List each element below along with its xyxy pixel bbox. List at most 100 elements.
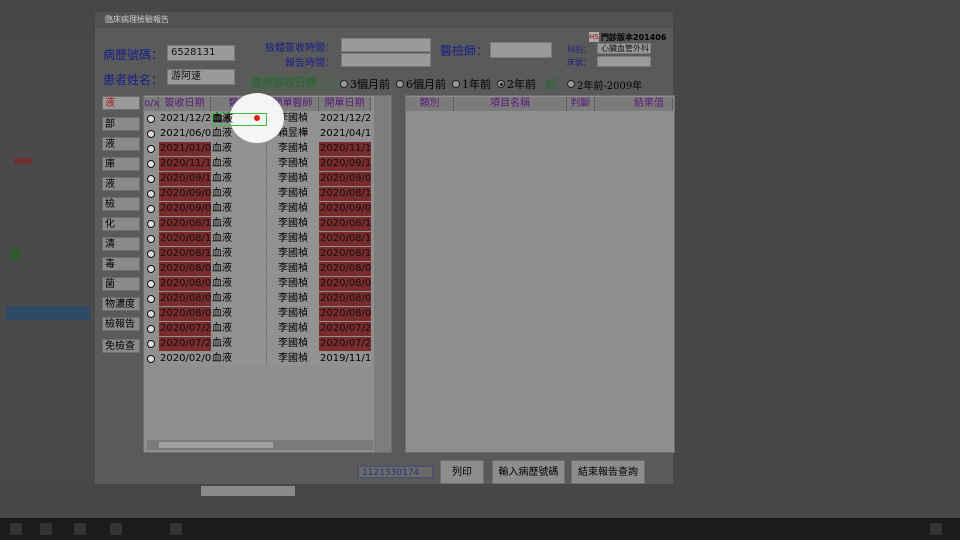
type-cell[interactable]: 血液 [211, 202, 267, 216]
side-category-button[interactable]: 液 [102, 137, 140, 151]
table-row[interactable]: 2020/08/18血液李國楨2020/08/11 [144, 217, 372, 232]
type-cell[interactable]: 血液 [211, 172, 267, 186]
patient-name-field[interactable]: 游阿速 [167, 69, 235, 85]
row-radio[interactable] [144, 187, 159, 201]
row-radio[interactable] [144, 202, 159, 216]
end-report-query-button[interactable]: 結束報告查詢 [571, 460, 645, 484]
radio-icon [147, 310, 155, 318]
horizontal-scrollbar[interactable] [147, 440, 373, 450]
side-category-button[interactable]: 免檢查 [102, 339, 140, 353]
vertical-scrollbar[interactable] [374, 96, 391, 452]
side-category-button[interactable]: 菌 [102, 277, 140, 291]
table-row[interactable]: 2020/08/11血液李國楨2020/08/11 [144, 232, 372, 247]
received-time-field[interactable] [341, 38, 431, 52]
order-date-cell: 2020/07/28 [319, 322, 371, 336]
doctor-cell: 李國楨 [267, 232, 319, 246]
order-date-cell: 2019/11/19 [319, 352, 371, 366]
table-row[interactable]: 2020/09/01血液李國楨2020/08/18 [144, 187, 372, 202]
table-row[interactable]: 2020/08/03血液李國楨2020/08/03 [144, 307, 372, 322]
type-cell[interactable]: 血液 [211, 352, 267, 366]
side-category-button[interactable]: 物濃度 [102, 297, 140, 311]
table-row[interactable]: 2020/08/03血液李國楨2020/08/03 [144, 292, 372, 307]
row-radio[interactable] [144, 277, 159, 291]
taskbar-app-icon[interactable] [40, 523, 52, 535]
radio-2-years-2009[interactable]: 2年前-2009年 [567, 77, 642, 92]
chart-no-field[interactable]: 6528131 [167, 45, 235, 61]
row-radio[interactable] [144, 322, 159, 336]
col-header-result-value[interactable]: 結果值 [595, 97, 673, 111]
type-cell[interactable]: 血液 [211, 322, 267, 336]
table-row[interactable]: 2020/09/15血液李國楨2020/09/01 [144, 172, 372, 187]
side-category-button[interactable]: 液 [102, 177, 140, 191]
table-row[interactable]: 2020/09/01血液李國楨2020/09/01 [144, 202, 372, 217]
side-category-button[interactable]: 檢報告 [102, 317, 140, 331]
col-header-category[interactable]: 類別 [406, 97, 454, 111]
notification-icon[interactable] [930, 523, 942, 535]
row-radio[interactable] [144, 157, 159, 171]
table-row[interactable]: 2020/08/04血液李國楨2020/08/03 [144, 277, 372, 292]
received-date-cell: 2020/09/01 [159, 187, 211, 201]
side-category-button[interactable]: 檢 [102, 197, 140, 211]
type-cell[interactable]: 血液 [211, 142, 267, 156]
row-radio[interactable] [144, 292, 159, 306]
type-cell[interactable]: 血液 [211, 217, 267, 231]
row-radio[interactable] [144, 337, 159, 351]
table-row[interactable]: 2020/07/28血液李國楨2020/07/28 [144, 337, 372, 352]
type-cell[interactable]: 血液 [211, 247, 267, 261]
row-radio[interactable] [144, 142, 159, 156]
row-radio[interactable] [144, 307, 159, 321]
scrollbar-thumb[interactable] [159, 442, 273, 448]
inspector-field[interactable] [490, 42, 552, 58]
table-row[interactable]: 2020/08/11血液李國楨2020/08/11 [144, 247, 372, 262]
side-category-button[interactable]: 液 [102, 96, 140, 110]
type-cell[interactable]: 血液 [211, 277, 267, 291]
side-category-button[interactable]: 清 [102, 237, 140, 251]
row-radio[interactable] [144, 232, 159, 246]
taskbar-app-icon[interactable] [110, 523, 122, 535]
dept-field[interactable]: 心臟血管外科 [597, 43, 651, 54]
report-time-field[interactable] [341, 53, 431, 67]
side-category-button[interactable]: 毒 [102, 257, 140, 271]
type-cell[interactable]: 血液 [211, 157, 267, 171]
taskbar-app-icon[interactable] [170, 523, 182, 535]
col-header-item-name[interactable]: 項目名稱 [454, 97, 567, 111]
type-cell[interactable]: 血液 [211, 232, 267, 246]
side-category-button[interactable]: 化 [102, 217, 140, 231]
col-header-ox[interactable]: o/x [144, 97, 159, 111]
bed-field[interactable] [597, 56, 651, 67]
col-header-order-date[interactable]: 開單日期 [319, 97, 371, 111]
table-row[interactable]: 2020/02/03血液李國楨2019/11/19 [144, 352, 372, 367]
type-cell[interactable]: 血液 [211, 337, 267, 351]
radio-6-months[interactable]: 6個月前 [396, 76, 446, 92]
row-radio[interactable] [144, 112, 159, 126]
type-cell[interactable]: 血液 [211, 262, 267, 276]
doctor-cell: 李國楨 [267, 262, 319, 276]
radio-3-months[interactable]: 3個月前 [340, 76, 390, 92]
table-row[interactable]: 2021/01/05血液李國楨2020/11/10 [144, 142, 372, 157]
row-radio[interactable] [144, 352, 159, 366]
table-row[interactable]: 2020/08/05血液李國楨2020/08/03 [144, 262, 372, 277]
row-radio[interactable] [144, 247, 159, 261]
input-chart-no-button[interactable]: 輸入病歷號碼 [492, 460, 565, 484]
taskbar-app-icon[interactable] [74, 523, 86, 535]
radio-2-years[interactable]: 2年前 [497, 76, 536, 92]
start-icon[interactable] [10, 523, 22, 535]
row-radio[interactable] [144, 217, 159, 231]
type-cell[interactable]: 血液 [211, 292, 267, 306]
type-cell[interactable]: 血液 [211, 307, 267, 321]
print-button[interactable]: 列印 [440, 460, 484, 484]
row-radio[interactable] [144, 127, 159, 141]
row-radio[interactable] [144, 172, 159, 186]
side-category-button[interactable]: 部 [102, 117, 140, 131]
table-row[interactable]: 2020/11/10血液李國楨2020/09/15 [144, 157, 372, 172]
col-header-judgement[interactable]: 判斷 [567, 97, 595, 111]
type-cell[interactable]: 血液 [211, 187, 267, 201]
side-category-button[interactable]: 庫 [102, 157, 140, 171]
radio-icon [147, 325, 155, 333]
table-row[interactable]: 2020/07/28血液李國楨2020/07/28 [144, 322, 372, 337]
col-header-received-date[interactable]: 簽收日期 [159, 97, 211, 111]
radio-1-year[interactable]: 1年前 [452, 76, 491, 92]
row-radio[interactable] [144, 262, 159, 276]
range-start-label: 起 [546, 78, 557, 91]
radio-icon [147, 190, 155, 198]
